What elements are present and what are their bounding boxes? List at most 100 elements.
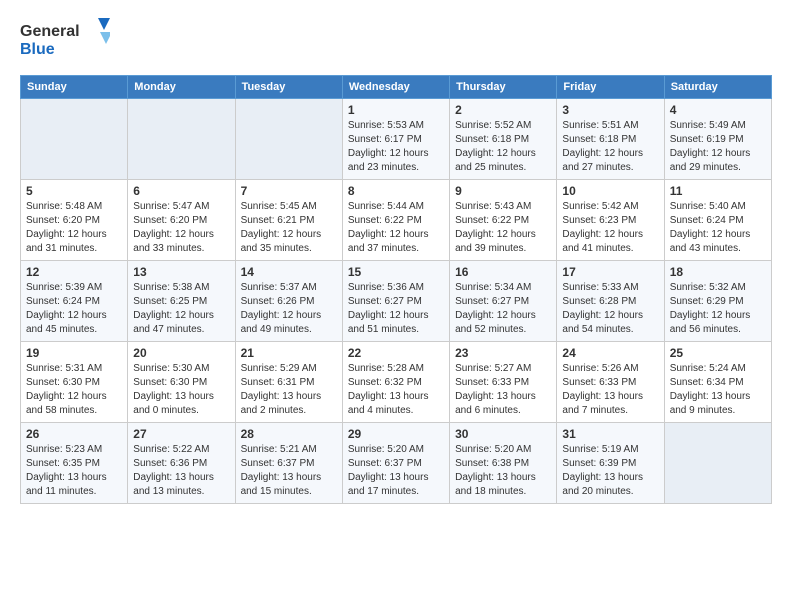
day-info: Sunrise: 5:33 AM Sunset: 6:28 PM Dayligh… (562, 281, 658, 337)
day-info: Sunrise: 5:40 AM Sunset: 6:24 PM Dayligh… (670, 200, 766, 256)
day-info: Sunrise: 5:36 AM Sunset: 6:27 PM Dayligh… (348, 281, 444, 337)
day-number: 9 (455, 184, 551, 198)
calendar-cell: 3 Sunrise: 5:51 AM Sunset: 6:18 PM Daylig… (557, 99, 664, 180)
day-info: Sunrise: 5:47 AM Sunset: 6:20 PM Dayligh… (133, 200, 229, 256)
day-number: 5 (26, 184, 122, 198)
day-number: 13 (133, 265, 229, 279)
day-number: 7 (241, 184, 337, 198)
day-number: 4 (670, 103, 766, 117)
day-info: Sunrise: 5:51 AM Sunset: 6:18 PM Dayligh… (562, 119, 658, 175)
calendar-cell: 7 Sunrise: 5:45 AM Sunset: 6:21 PM Daylig… (235, 180, 342, 261)
day-number: 31 (562, 427, 658, 441)
day-info: Sunrise: 5:37 AM Sunset: 6:26 PM Dayligh… (241, 281, 337, 337)
day-number: 28 (241, 427, 337, 441)
calendar-cell: 22 Sunrise: 5:28 AM Sunset: 6:32 PM Dayli… (342, 342, 449, 423)
calendar-cell: 1 Sunrise: 5:53 AM Sunset: 6:17 PM Daylig… (342, 99, 449, 180)
day-number: 2 (455, 103, 551, 117)
calendar-cell: 15 Sunrise: 5:36 AM Sunset: 6:27 PM Dayli… (342, 261, 449, 342)
day-number: 25 (670, 346, 766, 360)
calendar-cell: 16Sunrise: 5:34 AM Sunset: 6:27 PM Dayli… (450, 261, 557, 342)
svg-text:Blue: Blue (20, 41, 55, 58)
day-number: 10 (562, 184, 658, 198)
calendar-cell: 18Sunrise: 5:32 AM Sunset: 6:29 PM Dayli… (664, 261, 771, 342)
day-info: Sunrise: 5:22 AM Sunset: 6:36 PM Dayligh… (133, 443, 229, 499)
calendar-cell: 17 Sunrise: 5:33 AM Sunset: 6:28 PM Dayli… (557, 261, 664, 342)
calendar-cell: 4 Sunrise: 5:49 AM Sunset: 6:19 PM Daylig… (664, 99, 771, 180)
day-info: Sunrise: 5:21 AM Sunset: 6:37 PM Dayligh… (241, 443, 337, 499)
calendar-cell: 12Sunrise: 5:39 AM Sunset: 6:24 PM Dayli… (21, 261, 128, 342)
day-number: 3 (562, 103, 658, 117)
calendar-cell: 27 Sunrise: 5:22 AM Sunset: 6:36 PM Dayli… (128, 423, 235, 504)
calendar-cell: 10Sunrise: 5:42 AM Sunset: 6:23 PM Dayli… (557, 180, 664, 261)
calendar-cell (128, 99, 235, 180)
day-info: Sunrise: 5:31 AM Sunset: 6:30 PM Dayligh… (26, 362, 122, 418)
day-number: 8 (348, 184, 444, 198)
calendar-cell: 31Sunrise: 5:19 AM Sunset: 6:39 PM Dayli… (557, 423, 664, 504)
calendar-cell: 5Sunrise: 5:48 AM Sunset: 6:20 PM Daylig… (21, 180, 128, 261)
calendar-cell: 9 Sunrise: 5:43 AM Sunset: 6:22 PM Daylig… (450, 180, 557, 261)
day-info: Sunrise: 5:30 AM Sunset: 6:30 PM Dayligh… (133, 362, 229, 418)
weekday-header-wednesday: Wednesday (342, 76, 449, 99)
page-header: General Blue (20, 16, 772, 65)
weekday-header-thursday: Thursday (450, 76, 557, 99)
day-info: Sunrise: 5:53 AM Sunset: 6:17 PM Dayligh… (348, 119, 444, 175)
calendar-cell (235, 99, 342, 180)
day-number: 15 (348, 265, 444, 279)
day-info: Sunrise: 5:26 AM Sunset: 6:33 PM Dayligh… (562, 362, 658, 418)
calendar-cell: 19Sunrise: 5:31 AM Sunset: 6:30 PM Dayli… (21, 342, 128, 423)
calendar-week-row: 5Sunrise: 5:48 AM Sunset: 6:20 PM Daylig… (21, 180, 772, 261)
weekday-header-row: SundayMondayTuesdayWednesdayThursdayFrid… (21, 76, 772, 99)
day-info: Sunrise: 5:44 AM Sunset: 6:22 PM Dayligh… (348, 200, 444, 256)
calendar-cell: 28 Sunrise: 5:21 AM Sunset: 6:37 PM Dayli… (235, 423, 342, 504)
day-info: Sunrise: 5:45 AM Sunset: 6:21 PM Dayligh… (241, 200, 337, 256)
calendar-cell (21, 99, 128, 180)
day-number: 6 (133, 184, 229, 198)
day-info: Sunrise: 5:49 AM Sunset: 6:19 PM Dayligh… (670, 119, 766, 175)
day-number: 24 (562, 346, 658, 360)
day-number: 27 (133, 427, 229, 441)
calendar-table: SundayMondayTuesdayWednesdayThursdayFrid… (20, 75, 772, 504)
day-info: Sunrise: 5:24 AM Sunset: 6:34 PM Dayligh… (670, 362, 766, 418)
day-info: Sunrise: 5:29 AM Sunset: 6:31 PM Dayligh… (241, 362, 337, 418)
calendar-cell: 11 Sunrise: 5:40 AM Sunset: 6:24 PM Dayli… (664, 180, 771, 261)
day-number: 26 (26, 427, 122, 441)
day-number: 1 (348, 103, 444, 117)
day-number: 17 (562, 265, 658, 279)
day-info: Sunrise: 5:38 AM Sunset: 6:25 PM Dayligh… (133, 281, 229, 337)
calendar-week-row: 12Sunrise: 5:39 AM Sunset: 6:24 PM Dayli… (21, 261, 772, 342)
calendar-cell: 23 Sunrise: 5:27 AM Sunset: 6:33 PM Dayli… (450, 342, 557, 423)
calendar-cell: 8 Sunrise: 5:44 AM Sunset: 6:22 PM Daylig… (342, 180, 449, 261)
day-info: Sunrise: 5:20 AM Sunset: 6:37 PM Dayligh… (348, 443, 444, 499)
calendar-cell: 26Sunrise: 5:23 AM Sunset: 6:35 PM Dayli… (21, 423, 128, 504)
calendar-cell: 25 Sunrise: 5:24 AM Sunset: 6:34 PM Dayli… (664, 342, 771, 423)
calendar-cell: 14 Sunrise: 5:37 AM Sunset: 6:26 PM Dayli… (235, 261, 342, 342)
day-number: 11 (670, 184, 766, 198)
day-info: Sunrise: 5:27 AM Sunset: 6:33 PM Dayligh… (455, 362, 551, 418)
day-number: 12 (26, 265, 122, 279)
day-number: 30 (455, 427, 551, 441)
calendar-cell: 2 Sunrise: 5:52 AM Sunset: 6:18 PM Daylig… (450, 99, 557, 180)
logo: General Blue (20, 16, 110, 65)
weekday-header-sunday: Sunday (21, 76, 128, 99)
day-info: Sunrise: 5:52 AM Sunset: 6:18 PM Dayligh… (455, 119, 551, 175)
weekday-header-tuesday: Tuesday (235, 76, 342, 99)
calendar-cell (664, 423, 771, 504)
calendar-week-row: 26Sunrise: 5:23 AM Sunset: 6:35 PM Dayli… (21, 423, 772, 504)
day-number: 16 (455, 265, 551, 279)
calendar-cell: 21 Sunrise: 5:29 AM Sunset: 6:31 PM Dayli… (235, 342, 342, 423)
day-info: Sunrise: 5:20 AM Sunset: 6:38 PM Dayligh… (455, 443, 551, 499)
day-number: 21 (241, 346, 337, 360)
svg-text:General: General (20, 23, 80, 40)
day-number: 23 (455, 346, 551, 360)
calendar-week-row: 19Sunrise: 5:31 AM Sunset: 6:30 PM Dayli… (21, 342, 772, 423)
calendar-cell: 29Sunrise: 5:20 AM Sunset: 6:37 PM Dayli… (342, 423, 449, 504)
day-number: 20 (133, 346, 229, 360)
day-info: Sunrise: 5:28 AM Sunset: 6:32 PM Dayligh… (348, 362, 444, 418)
weekday-header-saturday: Saturday (664, 76, 771, 99)
logo-area: General Blue (20, 16, 110, 65)
day-number: 22 (348, 346, 444, 360)
calendar-week-row: 1 Sunrise: 5:53 AM Sunset: 6:17 PM Daylig… (21, 99, 772, 180)
day-number: 14 (241, 265, 337, 279)
day-info: Sunrise: 5:43 AM Sunset: 6:22 PM Dayligh… (455, 200, 551, 256)
calendar-cell: 30 Sunrise: 5:20 AM Sunset: 6:38 PM Dayli… (450, 423, 557, 504)
